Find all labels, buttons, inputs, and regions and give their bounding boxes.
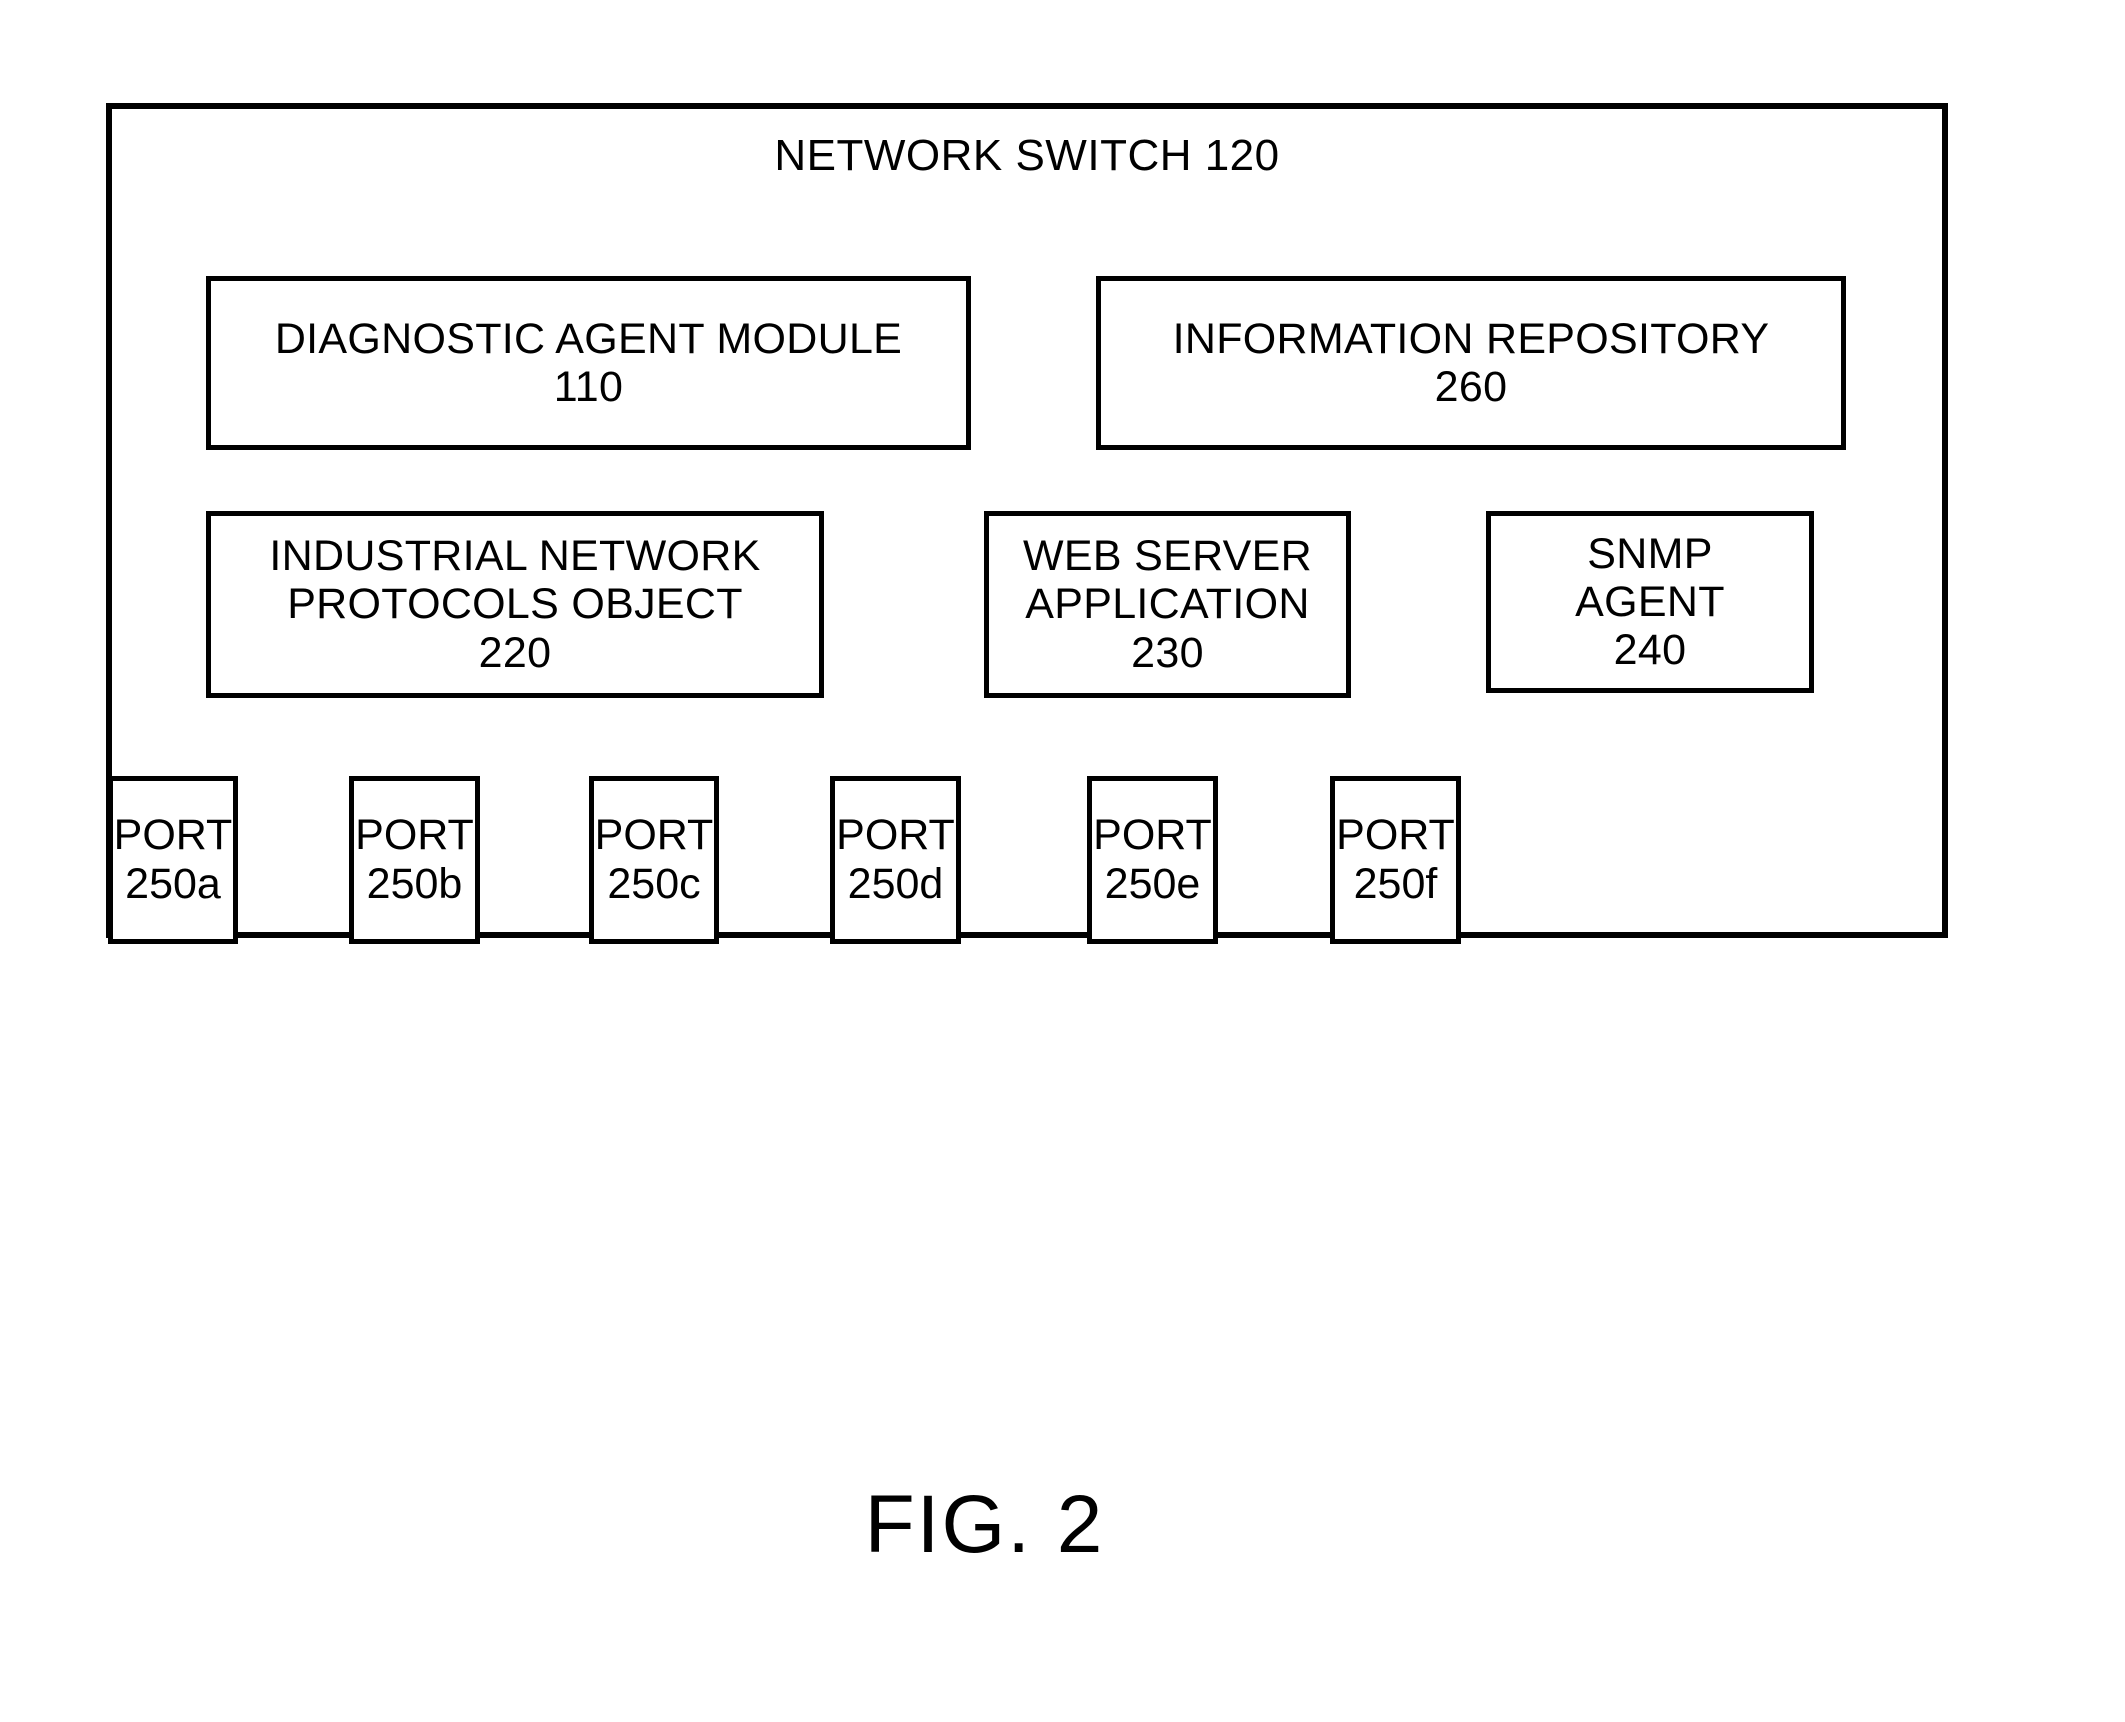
port-250c-block: PORT 250c bbox=[589, 776, 719, 944]
port-250f-ref: 250f bbox=[1353, 860, 1438, 908]
network-switch-container: NETWORK SWITCH 120 DIAGNOSTIC AGENT MODU… bbox=[106, 103, 1948, 944]
industrial-network-protocols-object-label-line2: PROTOCOLS OBJECT bbox=[287, 580, 743, 629]
port-250f-label: PORT bbox=[1336, 810, 1455, 859]
port-250e-block: PORT 250e bbox=[1087, 776, 1218, 944]
port-250a-label: PORT bbox=[113, 810, 233, 859]
web-server-application-ref: 230 bbox=[1131, 628, 1204, 677]
port-250d-ref: 250d bbox=[847, 860, 944, 908]
port-250d-block: PORT 250d bbox=[830, 776, 961, 944]
port-250e-label: PORT bbox=[1093, 810, 1212, 859]
web-server-application-label-line2: APPLICATION bbox=[1025, 580, 1310, 629]
snmp-agent-label-line2: AGENT bbox=[1575, 577, 1725, 626]
port-250a-block: PORT 250a bbox=[108, 776, 238, 944]
port-250c-ref: 250c bbox=[607, 860, 701, 908]
information-repository-label: INFORMATION REPOSITORY bbox=[1172, 314, 1770, 363]
diagnostic-agent-module-label: DIAGNOSTIC AGENT MODULE bbox=[274, 314, 903, 363]
industrial-network-protocols-object-block: INDUSTRIAL NETWORK PROTOCOLS OBJECT 220 bbox=[206, 511, 824, 698]
figure-page: NETWORK SWITCH 120 DIAGNOSTIC AGENT MODU… bbox=[0, 0, 2125, 1722]
information-repository-ref: 260 bbox=[1434, 363, 1508, 411]
industrial-network-protocols-object-ref: 220 bbox=[478, 628, 552, 677]
port-250a-ref: 250a bbox=[125, 860, 221, 908]
figure-caption-text: FIG. 2 bbox=[864, 1479, 1105, 1570]
port-250b-block: PORT 250b bbox=[349, 776, 480, 944]
port-250f-block: PORT 250f bbox=[1330, 776, 1461, 944]
port-250b-label: PORT bbox=[355, 810, 474, 859]
snmp-agent-block: SNMP AGENT 240 bbox=[1486, 511, 1814, 693]
information-repository-block: INFORMATION REPOSITORY 260 bbox=[1096, 276, 1846, 450]
port-250e-ref: 250e bbox=[1104, 860, 1201, 908]
figure-caption: FIG. 2 bbox=[0, 1478, 2125, 1572]
network-switch-title: NETWORK SWITCH 120 bbox=[774, 131, 1280, 180]
port-250d-label: PORT bbox=[836, 810, 955, 859]
web-server-application-block: WEB SERVER APPLICATION 230 bbox=[984, 511, 1351, 698]
snmp-agent-ref: 240 bbox=[1613, 626, 1687, 675]
diagnostic-agent-module-block: DIAGNOSTIC AGENT MODULE 110 bbox=[206, 276, 971, 450]
industrial-network-protocols-object-label-line1: INDUSTRIAL NETWORK bbox=[269, 532, 761, 581]
web-server-application-label-line1: WEB SERVER bbox=[1023, 532, 1312, 581]
port-250c-label: PORT bbox=[594, 810, 714, 859]
snmp-agent-label-line1: SNMP bbox=[1587, 529, 1713, 578]
diagnostic-agent-module-ref: 110 bbox=[553, 363, 624, 411]
port-250b-ref: 250b bbox=[366, 860, 463, 908]
